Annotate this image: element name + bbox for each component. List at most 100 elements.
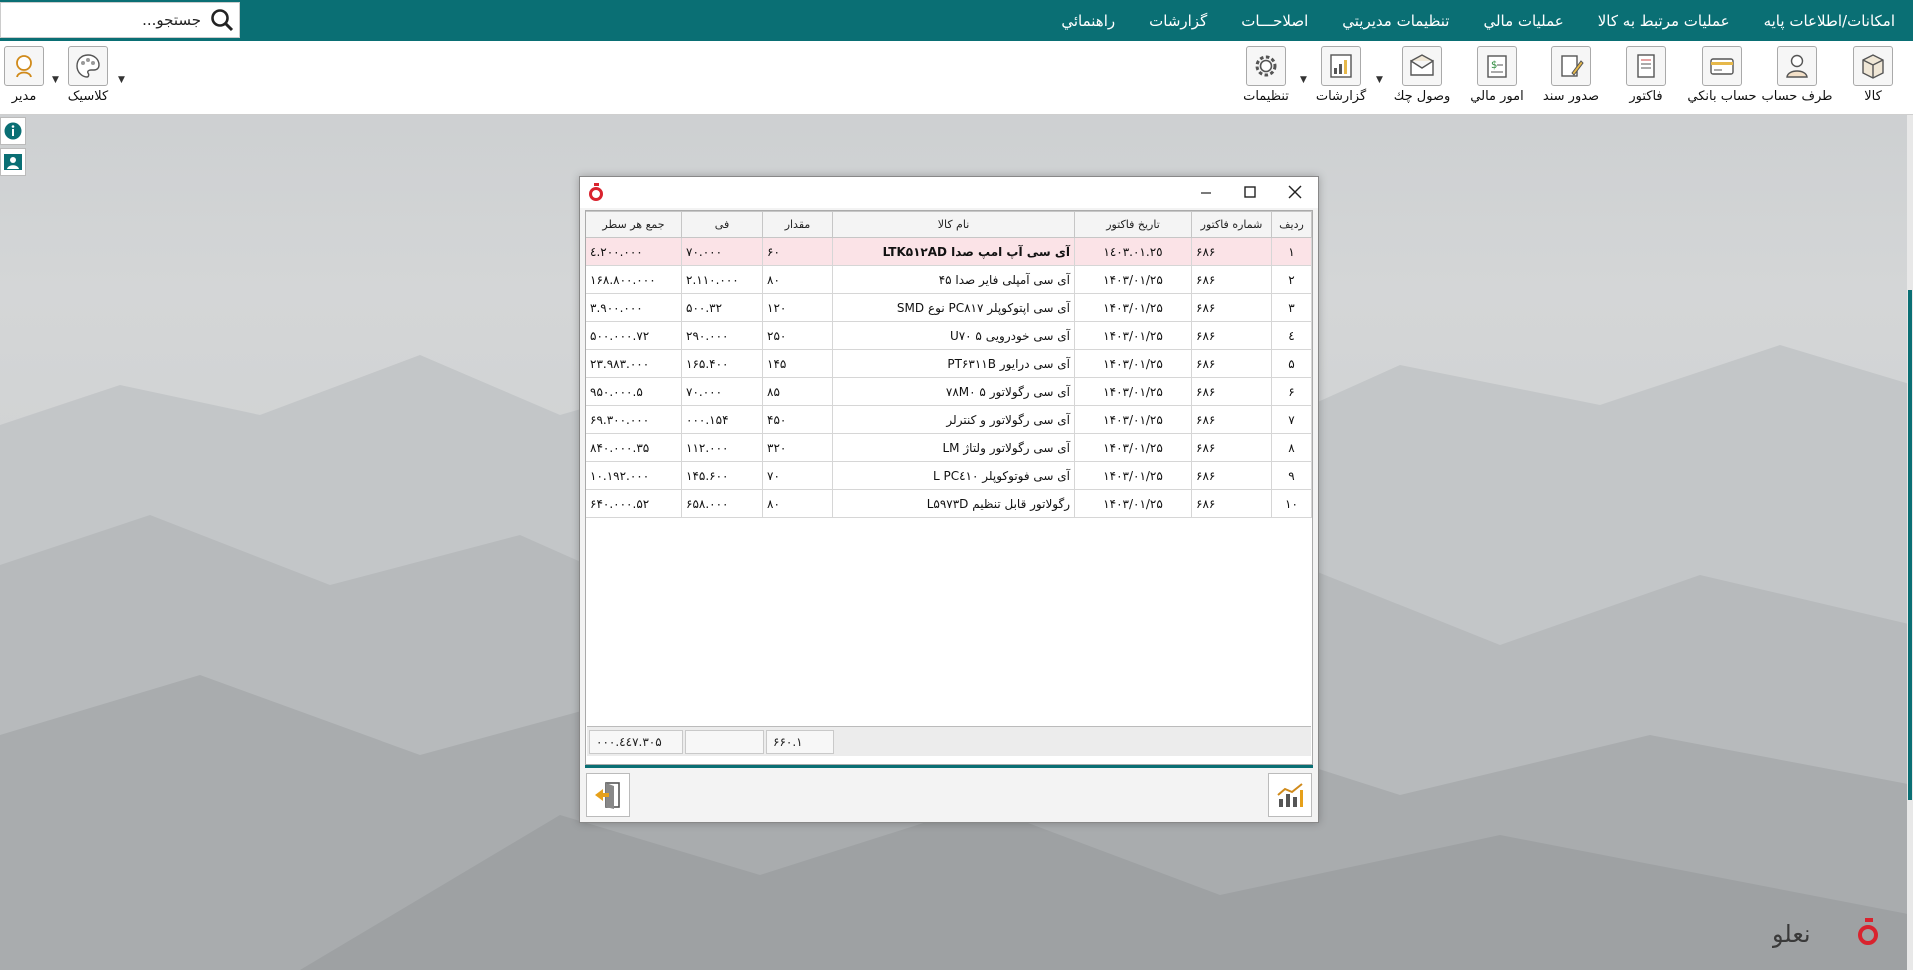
toolbar-bank-account-button[interactable]: حساب بانکي bbox=[1687, 46, 1757, 110]
reports-dropdown-arrow-icon[interactable]: ▼ bbox=[1376, 75, 1383, 85]
table-row[interactable]: ۶ ۶٨۶ ۱۴۰۳/۰۱/۲۵ آی سی رگولاتور ۵ ۷۸M۰ ٨۵ ٧٠.… bbox=[586, 377, 1312, 406]
exit-button[interactable] bbox=[586, 773, 630, 817]
cell-quantity[interactable]: ٧٠ bbox=[762, 461, 833, 490]
cell-invoice-number[interactable]: ۶٨۶ bbox=[1191, 349, 1272, 378]
table-row[interactable]: ٤ ۶٨۶ ۱۴۰۳/۰۱/۲۵ آی سی خودرویی U۷۰ ۵ ٢۵٠ ٢٩٠.… bbox=[586, 321, 1312, 350]
cell-row-number[interactable]: ۶ bbox=[1271, 377, 1312, 406]
cell-row-total[interactable]: ١٠.١٩٢.٠٠٠ bbox=[586, 461, 682, 490]
toolbar-issue-document-button[interactable]: صدور سند bbox=[1537, 46, 1605, 110]
table-row[interactable]: ٩ ۶٨۶ ۱۴۰۳/۰۱/۲۵ آی سی فوتوکوپلر PC٤١٠ L ٧٠ ١… bbox=[586, 461, 1312, 490]
cell-unit-price[interactable]: ٣٢.۵٠٠ bbox=[681, 293, 763, 322]
cell-unit-price[interactable]: ١١٢.٠٠٠ bbox=[681, 433, 763, 462]
cell-row-number[interactable]: ٢ bbox=[1271, 265, 1312, 294]
toolbar-settings-button[interactable]: تنظیمات bbox=[1232, 46, 1300, 110]
menu-goods-operations[interactable]: عملیات مرتبط به کالا bbox=[1586, 12, 1742, 30]
cell-unit-price[interactable]: ١۵۴.٠٠٠ bbox=[681, 405, 763, 434]
cell-invoice-number[interactable]: ۶٨۶ bbox=[1191, 489, 1272, 518]
maximize-icon[interactable] bbox=[1235, 181, 1265, 203]
table-row[interactable]: ١ ۶٨۶ ١٤٠٣.٠١.٢٥ آی سی آپ امپ صدا LTK۵۱۲AD ۶… bbox=[586, 237, 1312, 266]
col-header-unit-price[interactable]: فی bbox=[681, 211, 763, 238]
col-header-quantity[interactable]: مقدار bbox=[762, 211, 833, 238]
menu-corrections[interactable]: اصلاحـــات bbox=[1229, 12, 1320, 30]
cell-invoice-date[interactable]: ۱۴۰۳/۰۱/۲۵ bbox=[1074, 293, 1192, 322]
cell-row-number[interactable]: ۵ bbox=[1271, 349, 1312, 378]
cell-invoice-number[interactable]: ۶٨۶ bbox=[1191, 293, 1272, 322]
cell-product-name[interactable]: آی سی رگولاتور ولتاژ LM bbox=[832, 433, 1075, 462]
col-header-product-name[interactable]: نام کالا bbox=[832, 211, 1075, 238]
cell-product-name[interactable]: آی سی خودرویی U۷۰ ۵ bbox=[832, 321, 1075, 350]
cell-invoice-number[interactable]: ۶٨۶ bbox=[1191, 321, 1272, 350]
cell-quantity[interactable]: ۶٠ bbox=[762, 237, 833, 266]
cell-invoice-number[interactable]: ۶٨۶ bbox=[1191, 433, 1272, 462]
cell-quantity[interactable]: ٨۵ bbox=[762, 377, 833, 406]
toolbar-party-button[interactable]: طرف حساب bbox=[1762, 46, 1832, 110]
menu-basic-info[interactable]: امکانات/اطلاعات پایه bbox=[1752, 12, 1907, 30]
scrollbar-thumb[interactable] bbox=[1908, 290, 1912, 800]
cell-row-total[interactable]: ٤.٢٠٠.٠٠٠ bbox=[586, 237, 682, 266]
menu-financial-operations[interactable]: عملیات مالي bbox=[1471, 12, 1575, 30]
cell-product-name[interactable]: رگولاتور قابل تنظیم L۵۹۷۳D bbox=[832, 489, 1075, 518]
search-icon[interactable] bbox=[205, 3, 239, 37]
cell-unit-price[interactable]: ٢.١١٠.٠٠٠ bbox=[681, 265, 763, 294]
col-header-invoice-date[interactable]: تاریخ فاکتور bbox=[1074, 211, 1192, 238]
cell-invoice-number[interactable]: ۶٨۶ bbox=[1191, 237, 1272, 266]
cell-quantity[interactable]: ٢۵٠ bbox=[762, 321, 833, 350]
cell-invoice-number[interactable]: ۶٨۶ bbox=[1191, 461, 1272, 490]
col-header-row-number[interactable]: ردیف bbox=[1271, 211, 1312, 238]
cell-quantity[interactable]: ٨٠ bbox=[762, 489, 833, 518]
cell-product-name[interactable]: آی سی درایور PT۶۳۱۱B bbox=[832, 349, 1075, 378]
cell-product-name[interactable]: آی سی آمپلی فایر صدا ۴۵ bbox=[832, 265, 1075, 294]
table-row[interactable]: ٨ ۶٨۶ ۱۴۰۳/۰۱/۲۵ آی سی رگولاتور ولتاژ LM ٣٢٠… bbox=[586, 433, 1312, 462]
cell-row-number[interactable]: ٧ bbox=[1271, 405, 1312, 434]
cell-unit-price[interactable]: ١۴۵.۶٠٠ bbox=[681, 461, 763, 490]
close-icon[interactable] bbox=[1280, 181, 1310, 203]
right-scrollbar[interactable] bbox=[1907, 115, 1913, 970]
col-header-row-total[interactable]: جمع هر سطر bbox=[586, 211, 682, 238]
cell-row-total[interactable]: ۵٢.۶۴٠.٠٠٠ bbox=[586, 489, 682, 518]
table-row[interactable]: ٢ ۶٨۶ ۱۴۰۳/۰۱/۲۵ آی سی آمپلی فایر صدا ۴۵ ٨٠ ٢… bbox=[586, 265, 1312, 294]
cell-invoice-date[interactable]: ۱۴۰۳/۰۱/۲۵ bbox=[1074, 265, 1192, 294]
cell-invoice-date[interactable]: ۱۴۰۳/۰۱/۲۵ bbox=[1074, 405, 1192, 434]
toolbar-reports-button[interactable]: گزارشات bbox=[1307, 46, 1375, 110]
cell-row-number[interactable]: ١ bbox=[1271, 237, 1312, 266]
cell-invoice-date[interactable]: ۱۴۰۳/۰۱/۲۵ bbox=[1074, 377, 1192, 406]
cell-row-total[interactable]: ١۶٨.٨٠٠.٠٠٠ bbox=[586, 265, 682, 294]
cell-row-number[interactable]: ٣ bbox=[1271, 293, 1312, 322]
cell-invoice-date[interactable]: ۱۴۰۳/۰۱/۲۵ bbox=[1074, 489, 1192, 518]
cell-row-total[interactable]: ٧٢.۵٠٠.٠٠٠ bbox=[586, 321, 682, 350]
theme-dropdown-arrow-icon[interactable]: ▼ bbox=[118, 75, 125, 85]
cell-row-total[interactable]: ۵.٩۵٠.٠٠٠ bbox=[586, 377, 682, 406]
table-row[interactable]: ١٠ ۶٨۶ ۱۴۰۳/۰۱/۲۵ رگولاتور قابل تنظیم L۵۹۷۳… bbox=[586, 489, 1312, 518]
chart-report-button[interactable] bbox=[1268, 773, 1312, 817]
menu-help[interactable]: راهنمائي bbox=[1049, 12, 1127, 30]
toolbar-cheque-button[interactable]: وصول چك bbox=[1388, 46, 1456, 110]
cell-invoice-number[interactable]: ۶٨۶ bbox=[1191, 377, 1272, 406]
cell-product-name[interactable]: آی سی اپتوکوپلر PC۸۱۷ نوع SMD bbox=[832, 293, 1075, 322]
cell-product-name[interactable]: آی سی فوتوکوپلر PC٤١٠ L bbox=[832, 461, 1075, 490]
table-row[interactable]: ۵ ۶٨۶ ۱۴۰۳/۰۱/۲۵ آی سی درایور PT۶۳۱۱B ١۴۵ ١۶۵… bbox=[586, 349, 1312, 378]
cell-quantity[interactable]: ۴۵٠ bbox=[762, 405, 833, 434]
cell-quantity[interactable]: ١٢٠ bbox=[762, 293, 833, 322]
cell-invoice-number[interactable]: ۶٨۶ bbox=[1191, 405, 1272, 434]
cell-unit-price[interactable]: ١۶۵.۴٠٠ bbox=[681, 349, 763, 378]
toolbar-invoice-button[interactable]: فاکتور bbox=[1612, 46, 1680, 110]
settings-dropdown-arrow-icon[interactable]: ▼ bbox=[1300, 75, 1307, 85]
dialog-titlebar[interactable] bbox=[580, 177, 1318, 208]
toolbar-goods-button[interactable]: کالا bbox=[1839, 46, 1907, 110]
toolbar-financial-affairs-button[interactable]: $ امور مالي bbox=[1463, 46, 1531, 110]
cell-row-number[interactable]: ١٠ bbox=[1271, 489, 1312, 518]
cell-unit-price[interactable]: ٧٠.٠٠٠ bbox=[681, 377, 763, 406]
search-input[interactable] bbox=[1, 5, 205, 35]
cell-invoice-number[interactable]: ۶٨۶ bbox=[1191, 265, 1272, 294]
table-row[interactable]: ٣ ۶٨۶ ۱۴۰۳/۰۱/۲۵ آی سی اپتوکوپلر PC۸۱۷ نوع … bbox=[586, 293, 1312, 322]
cell-invoice-date[interactable]: ۱۴۰۳/۰۱/۲۵ bbox=[1074, 349, 1192, 378]
cell-unit-price[interactable]: ٧٠.٠٠٠ bbox=[681, 237, 763, 266]
cell-row-number[interactable]: ٨ bbox=[1271, 433, 1312, 462]
menu-admin-settings[interactable]: تنظیمات مدیریتي bbox=[1330, 12, 1461, 30]
cell-product-name[interactable]: آی سی رگولاتور ۵ ۷۸M۰ bbox=[832, 377, 1075, 406]
cell-row-number[interactable]: ٩ bbox=[1271, 461, 1312, 490]
contact-card-icon[interactable] bbox=[0, 148, 26, 176]
cell-unit-price[interactable]: ٢٩٠.٠٠٠ bbox=[681, 321, 763, 350]
cell-quantity[interactable]: ٣٢٠ bbox=[762, 433, 833, 462]
cell-unit-price[interactable]: ۶۵٨.٠٠٠ bbox=[681, 489, 763, 518]
